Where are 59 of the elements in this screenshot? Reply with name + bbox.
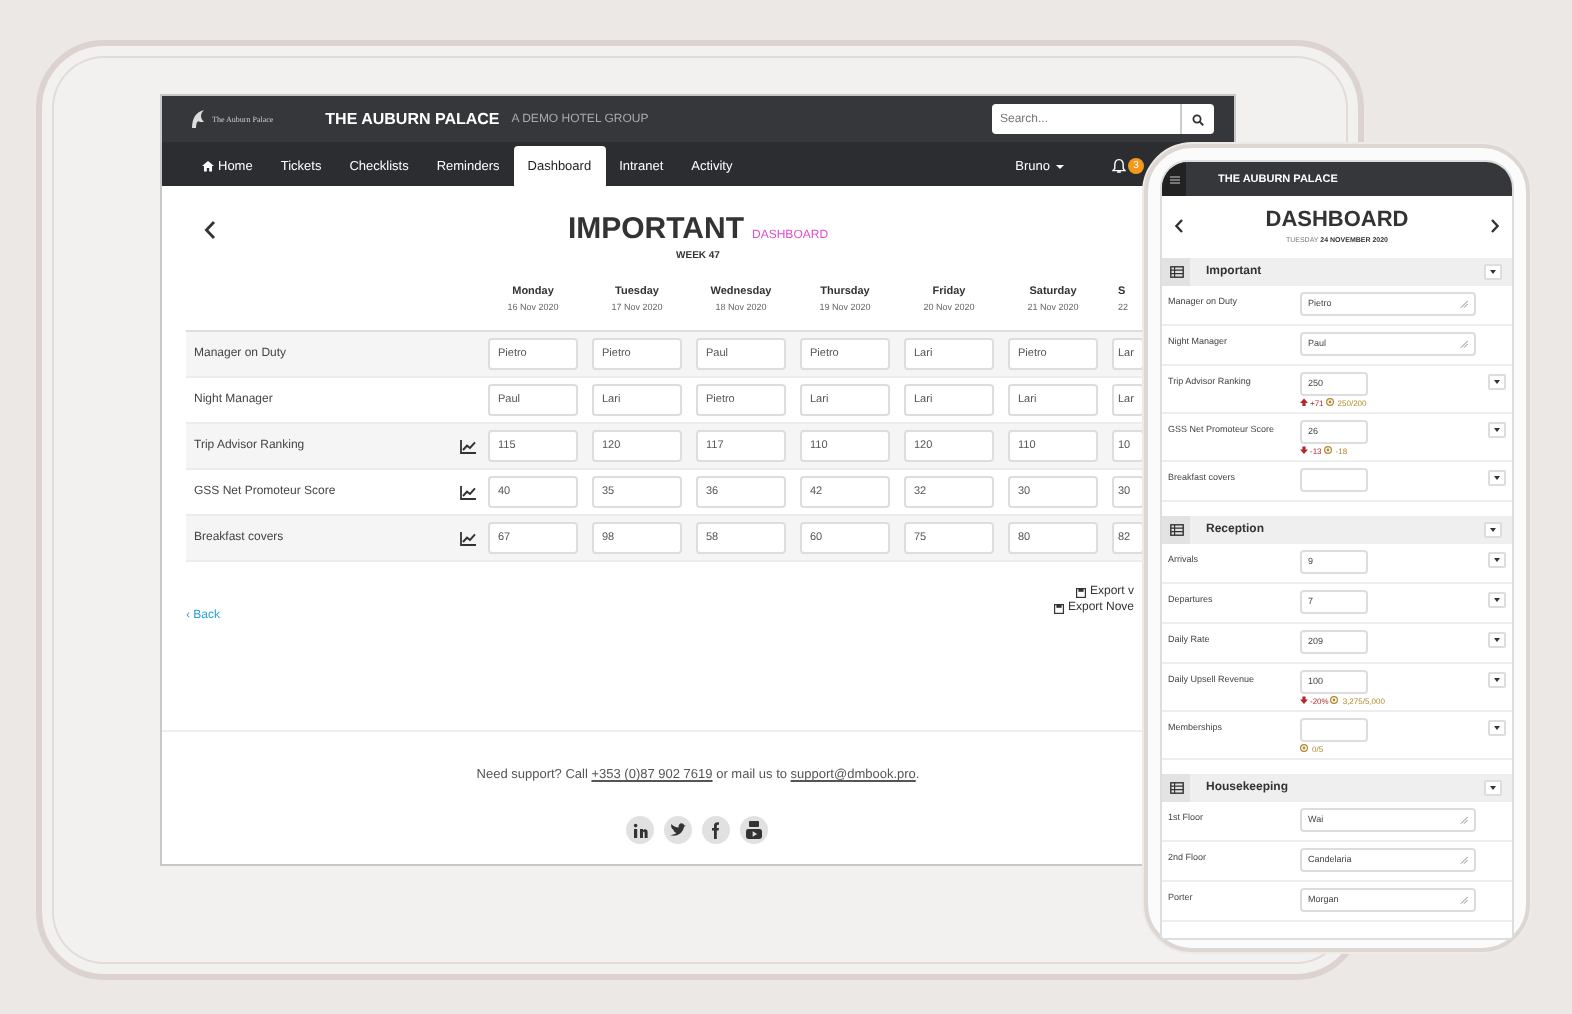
dropdown-button[interactable] [1488,469,1506,485]
chart-icon[interactable] [460,485,476,499]
previous-button[interactable] [204,219,216,239]
menu-icon [1169,175,1179,183]
chevron-left-icon [1174,218,1184,234]
home-icon [202,160,214,172]
dropdown-button[interactable] [1488,631,1506,647]
next-button[interactable] [1490,218,1500,234]
resize-grip-icon [1460,339,1468,347]
dropdown-button[interactable] [1488,373,1506,389]
caret-icon [1494,725,1500,729]
dropdown-button[interactable] [1484,522,1502,538]
social-icon[interactable] [739,815,767,843]
chevron-left-icon [204,219,216,239]
caret-icon [1494,379,1500,383]
menu-button[interactable] [1162,162,1186,196]
input-field[interactable] [1300,717,1368,741]
caret-icon [1494,637,1500,641]
bell-icon[interactable] [1112,158,1126,174]
caret-icon [1494,597,1500,601]
caret-icon [1494,427,1500,431]
dropdown-button[interactable] [1488,591,1506,607]
dashboard-title: DASHBOARD [1265,208,1409,232]
chart-icon[interactable] [460,531,476,545]
dropdown-button[interactable] [1488,671,1506,687]
caret-icon [1056,163,1064,169]
table-icon [1169,524,1183,536]
page-title: IMPORTANT [567,212,745,246]
brand-name: THE AUBURN PALACE [325,110,500,128]
resize-grip-icon [1460,815,1468,823]
caret-icon [1494,557,1500,561]
chevron-right-icon [1490,218,1500,234]
resize-grip-icon [1460,299,1468,307]
search-button[interactable] [1180,104,1214,134]
dropdown-button[interactable] [1488,551,1506,567]
target-icon [1325,398,1334,406]
target-icon [1300,744,1308,752]
chart-icon[interactable] [460,439,476,453]
dropdown-button[interactable] [1484,264,1502,280]
caret-icon [1490,528,1496,532]
social-icon[interactable] [701,815,729,843]
caret-icon [1490,270,1496,274]
resize-grip-icon [1460,895,1468,903]
social-icon[interactable] [663,815,691,843]
target-icon [1330,696,1339,704]
resize-grip-icon [1460,855,1468,863]
dropdown-button[interactable] [1484,780,1502,796]
caret-icon [1494,677,1500,681]
caret-icon [1490,786,1496,790]
dropdown-button[interactable] [1488,421,1506,437]
table-icon [1169,782,1183,794]
social-icon[interactable] [625,815,653,843]
table-icon [1169,266,1183,278]
input-field[interactable] [1300,467,1368,491]
dropdown-button[interactable] [1488,719,1506,735]
horse-logo-icon [188,108,206,130]
target-icon [1323,446,1332,454]
caret-icon [1494,475,1500,479]
search-icon [1192,113,1204,125]
